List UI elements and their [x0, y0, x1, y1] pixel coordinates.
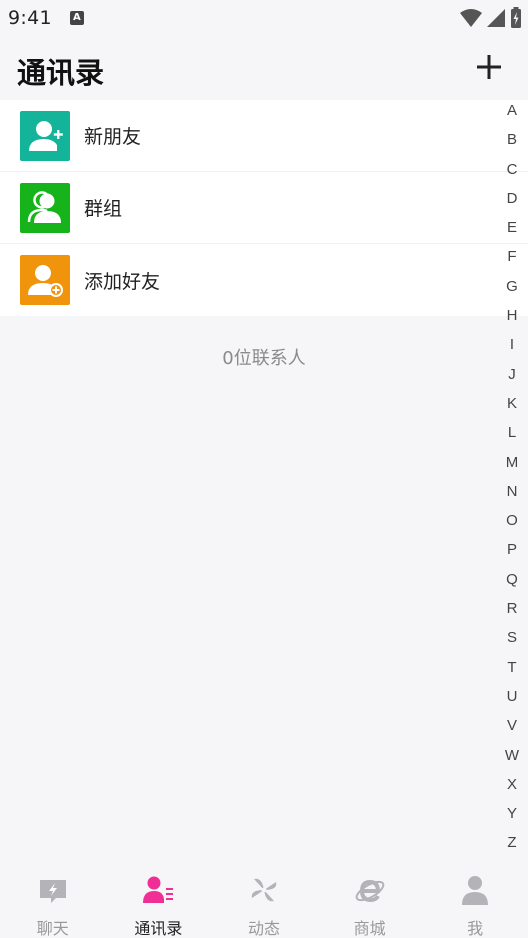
status-bar: 9:41 A [0, 0, 528, 36]
tab-chat[interactable]: 聊天 [0, 868, 106, 938]
index-letter[interactable]: Z [507, 828, 516, 857]
alphabet-index[interactable]: A B C D E F G H I J K L M N O P Q R S T … [501, 96, 523, 858]
contacts-icon [143, 876, 174, 903]
contact-menu: 新朋友 群组 添加好友 [0, 100, 528, 316]
bottom-tab-bar: 聊天 通讯录 动态 商城 我 [0, 868, 528, 938]
contact-count: 0位联系人 [222, 348, 306, 369]
index-letter[interactable]: E [507, 213, 517, 242]
index-letter[interactable]: F [507, 242, 516, 271]
index-letter[interactable]: J [508, 360, 516, 389]
index-letter[interactable]: Y [507, 799, 517, 828]
index-letter[interactable]: V [507, 711, 517, 740]
index-letter[interactable]: M [506, 448, 519, 477]
chat-bolt-icon [39, 880, 66, 903]
index-letter[interactable]: S [507, 623, 517, 652]
index-letter[interactable]: K [507, 389, 517, 418]
tab-store[interactable]: 商城 [317, 868, 423, 938]
index-letter[interactable]: D [507, 184, 518, 213]
menu-label: 群组 [84, 198, 123, 220]
wifi-icon [460, 9, 482, 27]
group-icon [20, 183, 70, 233]
index-letter[interactable]: A [507, 96, 517, 125]
browser-e-icon [355, 879, 384, 903]
tab-label: 聊天 [36, 919, 69, 938]
person-plus-circle-icon [20, 255, 70, 305]
status-time: 9:41 [8, 7, 52, 29]
index-letter[interactable]: L [508, 418, 516, 447]
tab-contacts[interactable]: 通讯录 [106, 868, 212, 938]
profile-icon [462, 876, 489, 905]
index-letter[interactable]: W [505, 741, 519, 770]
index-letter[interactable]: G [506, 272, 518, 301]
index-letter[interactable]: H [507, 301, 518, 330]
new-friends-row[interactable]: 新朋友 [0, 100, 528, 172]
index-letter[interactable]: P [507, 535, 517, 564]
signal-icon [487, 9, 505, 27]
index-letter[interactable]: O [506, 506, 518, 535]
tab-label: 动态 [247, 919, 280, 938]
index-letter[interactable]: R [507, 594, 518, 623]
add-friend-row[interactable]: 添加好友 [0, 244, 528, 316]
index-letter[interactable]: X [507, 770, 517, 799]
tab-label: 通讯录 [134, 919, 183, 938]
index-letter[interactable]: Q [506, 565, 518, 594]
battery-icon [511, 7, 521, 28]
index-letter[interactable]: U [507, 682, 518, 711]
index-letter[interactable]: N [507, 477, 518, 506]
index-letter[interactable]: C [507, 155, 518, 184]
groups-row[interactable]: 群组 [0, 172, 528, 244]
person-add-icon [20, 111, 70, 161]
index-letter[interactable]: T [507, 653, 516, 682]
tab-me[interactable]: 我 [422, 868, 528, 938]
index-letter[interactable]: I [510, 330, 514, 359]
tab-label: 商城 [353, 919, 386, 938]
notification-app-icon: A [69, 11, 84, 25]
menu-label: 添加好友 [84, 270, 161, 293]
index-letter[interactable]: B [507, 125, 517, 154]
header: 通讯录 [0, 36, 528, 100]
add-button[interactable] [476, 54, 502, 80]
tab-moments[interactable]: 动态 [211, 868, 317, 938]
page-title: 通讯录 [17, 56, 105, 90]
pinwheel-icon [251, 878, 277, 902]
status-icons [460, 7, 522, 29]
tab-label: 我 [467, 919, 484, 938]
menu-label: 新朋友 [84, 126, 142, 148]
